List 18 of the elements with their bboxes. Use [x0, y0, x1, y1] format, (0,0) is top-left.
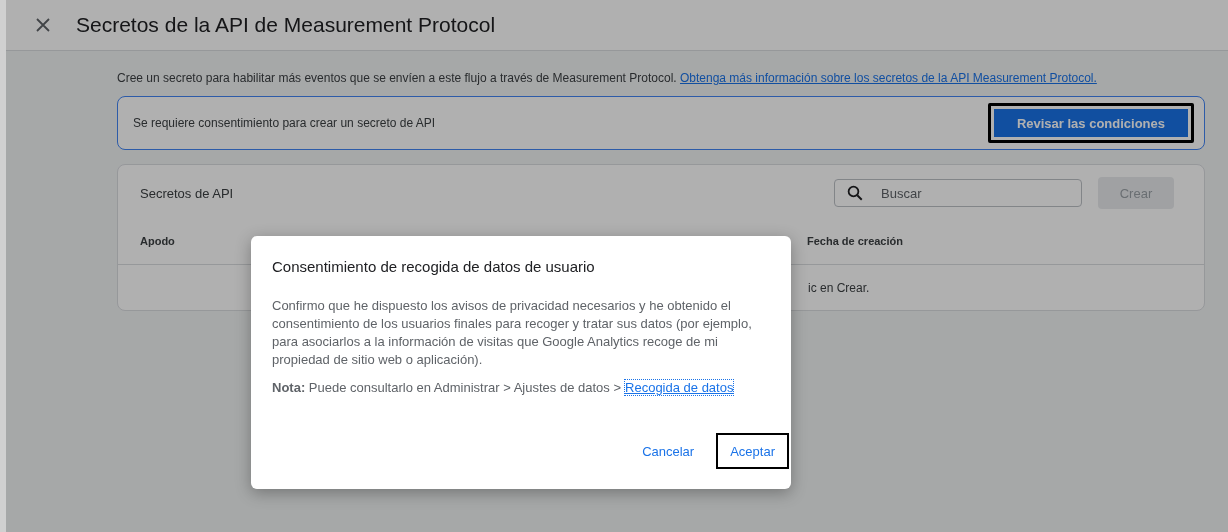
review-terms-button[interactable]: Revisar las condiciones [987, 103, 1194, 143]
data-collection-link[interactable]: Recogida de datos [625, 380, 734, 395]
close-icon [36, 18, 50, 32]
intro-text: Cree un secreto para habilitar más eventos que se envíen a este flujo a través de Measurement Protocol. Obtenga más información sobre los secretos de la API Measurement Protocol. [117, 71, 1098, 85]
dialog-title: Consentimiento de recogida de datos de usuario [272, 258, 596, 275]
dialog-button[interactable]: Aceptar [716, 433, 789, 469]
learn-more-link[interactable]: Obtenga más información sobre los secretos de la API Measurement Protocol. [680, 71, 1097, 85]
card-title: Secretos de API [140, 185, 235, 201]
column-header: Apodo [140, 234, 176, 247]
search-icon [846, 184, 864, 202]
dialog-button[interactable]: Cancelar [628, 433, 709, 469]
panel-title: Secretos de la API de Measurement Protocol [76, 13, 496, 37]
search-field[interactable]: Buscar [834, 179, 1082, 207]
column-header: Fecha de creación [807, 234, 904, 247]
empty-table-text: ic en Crear. [808, 280, 870, 295]
dialog-note: Nota: Puede consultarlo en Administrar > Ajustes de datos > Recogida de datos [272, 379, 735, 397]
dialog-body: Confirmo que he dispuesto los avisos de privacidad necesarios y he obtenido el consentimiento de los usuarios finales para recoger y tratar sus datos (por ejemplo, para asociarlos a la información de visitas que Google Analytics recoge de mi propiedad de sitio web o aplicación). [272, 297, 753, 369]
consent-message: Se requiere consentimiento para crear un secreto de API [133, 116, 436, 130]
